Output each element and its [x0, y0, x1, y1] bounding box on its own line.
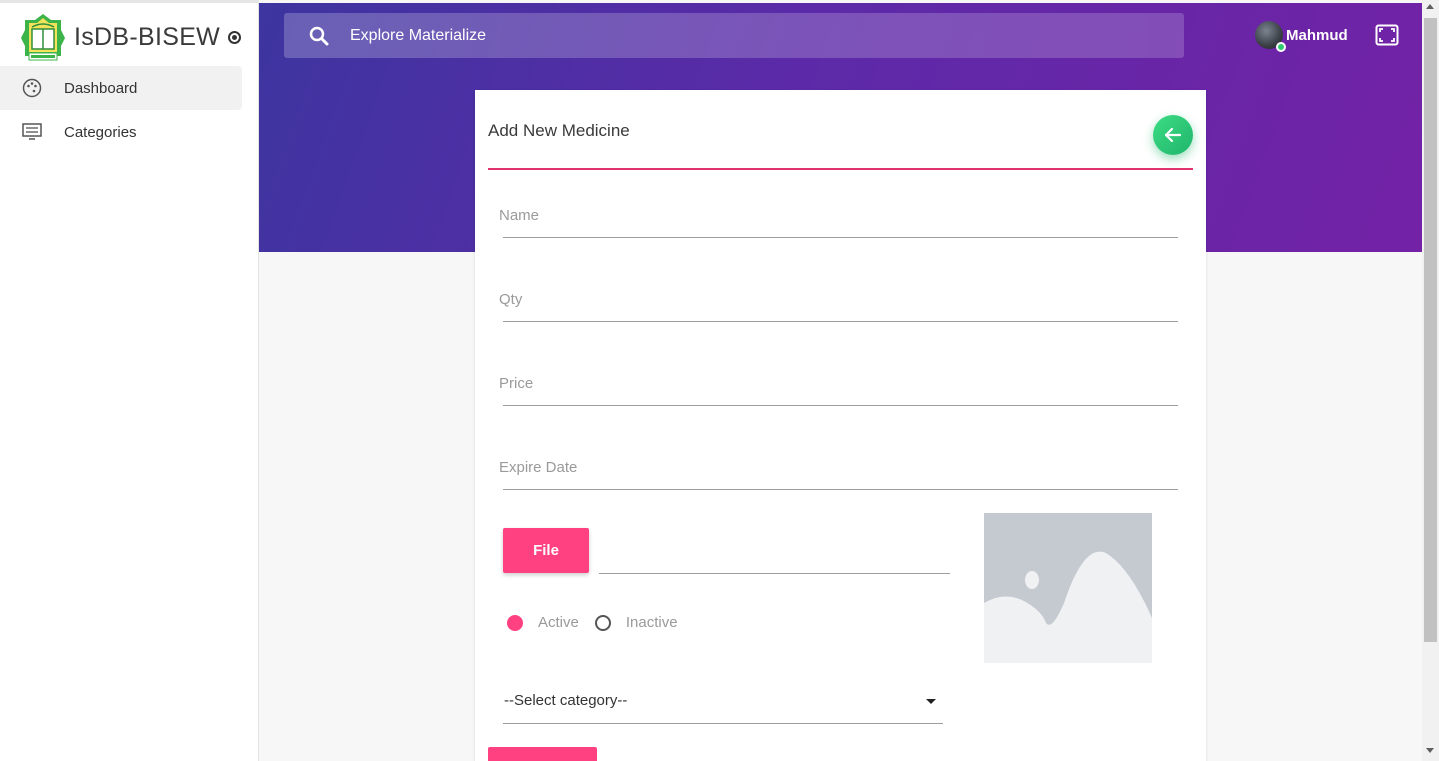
category-underline [503, 723, 943, 724]
status-inactive-label: Inactive [625, 614, 678, 631]
page-scrollbar[interactable] [1422, 0, 1439, 761]
add-medicine-card: Add New Medicine Name Qty Price Expire D… [475, 90, 1206, 761]
status-radio-group: Active Inactive [507, 614, 694, 631]
status-active-label: Active [538, 614, 579, 631]
status-inactive-radio[interactable]: Inactive [594, 614, 678, 631]
search-bar[interactable] [284, 13, 1184, 58]
sidebar-toggle-icon[interactable] [228, 30, 242, 44]
sidebar-item-label: Dashboard [64, 79, 138, 97]
expire-date-input[interactable] [499, 459, 1178, 487]
search-icon [308, 25, 330, 47]
user-menu[interactable]: Mahmud [1255, 21, 1348, 52]
expire-date-underline [503, 489, 1178, 490]
category-select-value: --Select category-- [504, 692, 628, 709]
sidebar-item-label: Categories [64, 123, 137, 141]
palette-icon [22, 78, 42, 98]
category-select[interactable]: --Select category-- [503, 688, 943, 724]
brand-logo [20, 12, 66, 62]
caret-down-icon [926, 699, 936, 704]
fullscreen-icon[interactable] [1375, 24, 1399, 46]
scroll-up-icon[interactable] [1426, 4, 1434, 9]
page-title: Add New Medicine [488, 121, 630, 140]
sidebar-item-categories[interactable]: Categories [0, 110, 242, 154]
radio-unchecked-icon [594, 614, 611, 631]
file-button[interactable]: File [503, 528, 589, 573]
submit-button[interactable] [488, 747, 597, 761]
image-placeholder-icon [984, 513, 1152, 663]
status-active-radio[interactable]: Active [507, 614, 579, 631]
file-path-input[interactable] [599, 573, 950, 574]
qty-input[interactable] [499, 291, 1178, 319]
back-button[interactable] [1153, 115, 1193, 155]
radio-checked-icon [507, 614, 523, 631]
name-field[interactable]: Name [499, 207, 1178, 238]
expire-date-field[interactable]: Expire Date [499, 459, 1178, 490]
price-underline [503, 405, 1178, 406]
avatar [1255, 21, 1286, 52]
search-input[interactable] [350, 26, 1130, 45]
name-underline [503, 237, 1178, 238]
price-input[interactable] [499, 375, 1178, 403]
price-field[interactable]: Price [499, 375, 1178, 406]
brand[interactable]: IsDB-BISEW [20, 9, 242, 65]
arrow-left-icon [1164, 127, 1182, 143]
user-name: Mahmud [1286, 26, 1348, 44]
qty-underline [503, 321, 1178, 322]
scroll-down-icon[interactable] [1426, 748, 1434, 753]
online-status-icon [1276, 42, 1286, 52]
name-input[interactable] [499, 207, 1178, 235]
brand-name: IsDB-BISEW [74, 22, 221, 51]
title-divider [488, 168, 1193, 170]
qty-field[interactable]: Qty [499, 291, 1178, 322]
image-placeholder [984, 513, 1152, 663]
scroll-thumb[interactable] [1424, 18, 1437, 642]
list-icon [22, 122, 42, 142]
sidebar-item-dashboard[interactable]: Dashboard [0, 66, 242, 110]
sidebar: IsDB-BISEW Dashboard Categories [0, 0, 259, 761]
